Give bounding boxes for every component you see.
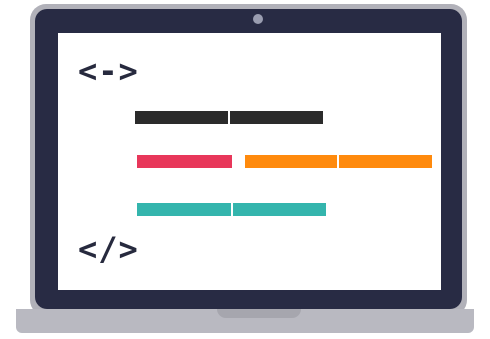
code-line-dark-1 bbox=[135, 111, 228, 124]
code-line-orange-1 bbox=[245, 155, 337, 168]
code-line-teal-1 bbox=[137, 203, 231, 216]
code-close-icon: </> bbox=[78, 230, 139, 268]
laptop-notch bbox=[217, 309, 301, 318]
code-line-orange-2 bbox=[339, 155, 432, 168]
laptop-illustration: <-> </> bbox=[0, 0, 490, 339]
code-line-red bbox=[137, 155, 232, 168]
webcam-icon bbox=[253, 14, 263, 24]
code-open-icon: <-> bbox=[78, 52, 139, 90]
code-line-dark-2 bbox=[230, 111, 323, 124]
code-line-teal-2 bbox=[233, 203, 326, 216]
